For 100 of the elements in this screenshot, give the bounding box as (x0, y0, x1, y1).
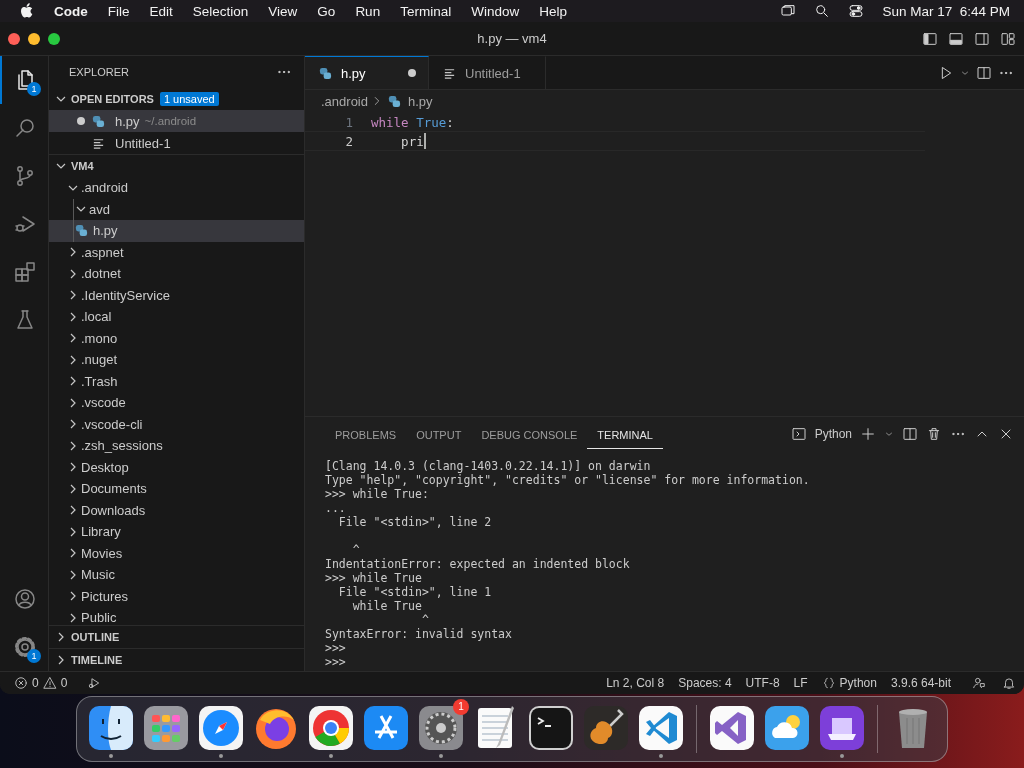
file-type-icon (92, 114, 105, 128)
weather-icon[interactable] (763, 704, 811, 752)
trash-icon[interactable] (926, 426, 942, 442)
unsaved-badge: 1 unsaved (159, 92, 219, 106)
menu-item[interactable]: Edit (149, 3, 173, 19)
status-item[interactable]: Spaces: 4 (678, 676, 732, 690)
ide-icon[interactable] (708, 704, 756, 752)
layout-icon[interactable] (1000, 30, 1016, 47)
split-terminal-icon[interactable] (902, 426, 918, 442)
secondary-sidebar-icon[interactable] (974, 30, 990, 47)
tree-item[interactable]: Desktop (49, 456, 304, 478)
status-item[interactable]: Python (839, 676, 877, 690)
notification-badge: 1 (453, 699, 469, 715)
tree-item[interactable]: .Trash (49, 370, 304, 392)
status-item[interactable]: 3.9.6 64-bit (890, 676, 951, 690)
sidebar-toggle-icon[interactable] (922, 30, 938, 47)
panel-tab[interactable]: DEBUG CONSOLE (471, 419, 588, 449)
open-editor-item[interactable]: Untitled-1 (49, 132, 304, 154)
tree-item[interactable]: .android (49, 177, 304, 199)
text-cursor (423, 133, 426, 149)
compass-icon[interactable] (197, 704, 245, 752)
terminal-app-icon[interactable] (527, 704, 575, 752)
warning-count[interactable]: 0 (60, 676, 68, 690)
menu-app-name[interactable]: Code (54, 3, 88, 19)
menu-item[interactable]: View (268, 3, 298, 19)
menu-item[interactable]: Terminal (400, 3, 452, 19)
section-header[interactable]: OPEN EDITORS (71, 93, 154, 105)
settings-icon[interactable] (13, 635, 37, 659)
status-item[interactable]: Ln 2, Col 8 (606, 676, 665, 690)
tree-item[interactable]: .local (49, 306, 304, 328)
finder-icon[interactable] (87, 704, 135, 752)
tree-item[interactable]: .nuget (49, 349, 304, 371)
tree-item[interactable]: Music (49, 564, 304, 586)
file-type-icon (75, 224, 88, 238)
error-count[interactable]: 0 (32, 676, 39, 690)
status-item[interactable]: UTF-8 (745, 676, 780, 690)
status-item[interactable]: LF (793, 676, 808, 690)
error-icon[interactable] (14, 676, 28, 690)
tree-item[interactable]: .aspnet (49, 241, 304, 263)
window-icon[interactable] (780, 3, 797, 19)
split-editor-icon[interactable] (976, 64, 992, 81)
configurator-icon[interactable] (818, 704, 866, 752)
tree-item[interactable]: Pictures (49, 585, 304, 607)
menu-item[interactable]: File (107, 3, 130, 19)
menu-item[interactable]: Selection (192, 3, 249, 19)
zoom-window-button[interactable] (48, 32, 60, 45)
open-editor-item[interactable]: h.py ~/.android (49, 110, 304, 132)
menu-item[interactable]: Help (539, 3, 567, 19)
tree-item[interactable]: h.py (49, 220, 304, 242)
search-icon[interactable] (814, 3, 831, 19)
panel-toggle-icon[interactable] (948, 30, 964, 47)
tree-item[interactable]: .zsh_sessions (49, 435, 304, 457)
tree-item[interactable]: .dotnet (49, 263, 304, 285)
panel-tab[interactable]: OUTPUT (406, 419, 472, 449)
tree-item[interactable]: .mono (49, 327, 304, 349)
panel-tab[interactable]: TERMINAL (587, 419, 663, 449)
settings-app-icon[interactable] (417, 704, 465, 752)
feedback-icon[interactable] (972, 676, 986, 690)
menubar-clock[interactable]: Sun Mar 17 6:44 PM (882, 3, 1010, 19)
menu-item[interactable]: Run (355, 3, 381, 19)
chrome-icon[interactable] (307, 704, 355, 752)
unsaved-dot-icon (408, 69, 416, 77)
tree-item[interactable]: .IdentityService (49, 284, 304, 306)
extensions-icon[interactable] (13, 260, 37, 284)
line-number: 1 (344, 114, 354, 130)
apple-icon[interactable] (20, 3, 34, 19)
section-header[interactable]: VM4 (71, 160, 94, 172)
breadcrumb[interactable]: h.py (408, 93, 433, 109)
tree-item[interactable]: Downloads (49, 499, 304, 521)
tree-item[interactable]: Public (49, 607, 304, 629)
lines-icon (443, 66, 456, 80)
minimize-window-button[interactable] (28, 32, 40, 45)
code-editor-icon[interactable] (637, 704, 685, 752)
tree-item[interactable]: .vscode-cli (49, 413, 304, 435)
breadcrumb[interactable]: .android (321, 93, 368, 109)
bell-icon[interactable] (1002, 676, 1016, 690)
tree-item[interactable]: Library (49, 521, 304, 543)
tree-item[interactable]: .vscode (49, 392, 304, 414)
editor-tab[interactable]: h.py (305, 56, 429, 89)
section-header[interactable]: OUTLINE (71, 631, 120, 643)
control-center-icon[interactable] (848, 3, 865, 19)
tree-item[interactable]: avd (49, 198, 304, 220)
tree-item[interactable]: Movies (49, 542, 304, 564)
sidebar-title: EXPLORER (69, 66, 129, 78)
plus-icon[interactable] (860, 426, 876, 442)
menu-item[interactable]: Go (317, 3, 336, 19)
terminal-name[interactable]: Python (814, 427, 852, 441)
section-header[interactable]: TIMELINE (71, 654, 123, 666)
remote-debug-icon[interactable] (87, 676, 102, 690)
account-icon[interactable] (13, 587, 37, 611)
guitar-icon[interactable] (582, 704, 630, 752)
menu-item[interactable]: Window (471, 3, 520, 19)
app-store-icon[interactable] (362, 704, 410, 752)
terminal-icon[interactable] (790, 426, 807, 442)
warning-icon[interactable] (42, 676, 57, 690)
tree-item[interactable]: Documents (49, 478, 304, 500)
terminal-output: [Clang 14.0.3 (clang-1403.0.22.14.1)] on darwin Type "help", "copyright", "credits" or "license" for more information. >>> while True: ... File "<stdin>", line 2 ^ IndentationError: expected an indented block >>> while True File "<stdin>", line 1 while True ^ SyntaxError: invalid syntax >>> >>> (325, 459, 811, 669)
launchpad-icon[interactable] (142, 704, 190, 752)
close-window-button[interactable] (8, 32, 20, 45)
panel-tab[interactable]: PROBLEMS (325, 419, 407, 449)
